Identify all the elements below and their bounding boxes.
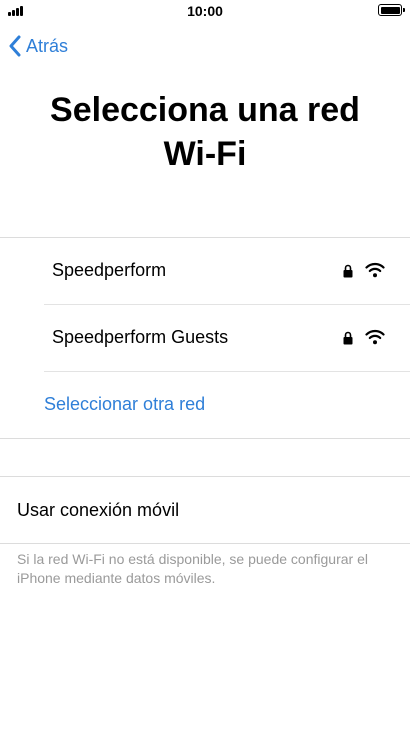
- wifi-network-list: Speedperform Speedperform Guests Selecci…: [0, 237, 410, 439]
- status-bar: 10:00: [0, 0, 410, 22]
- network-name: Speedperform Guests: [52, 327, 229, 347]
- lock-icon: [343, 331, 353, 345]
- use-cellular-label: Usar conexión móvil: [17, 500, 180, 520]
- back-label: Atrás: [26, 35, 69, 56]
- back-button[interactable]: Atrás: [8, 33, 68, 59]
- network-row-speedperform[interactable]: Speedperform: [44, 238, 410, 305]
- battery-icon: [378, 4, 405, 16]
- page-title: Selecciona una red Wi-Fi: [50, 91, 360, 173]
- status-time: 10:00: [187, 3, 223, 19]
- use-cellular-connection-row[interactable]: Usar conexión móvil: [0, 476, 410, 544]
- cellular-footnote: Si la red Wi-Fi no está disponible, se p…: [17, 551, 368, 586]
- wifi-icon: [365, 329, 385, 345]
- network-row-speedperform-guests[interactable]: Speedperform Guests: [44, 305, 410, 372]
- choose-other-network-link[interactable]: Seleccionar otra red: [44, 394, 205, 415]
- wifi-icon: [365, 262, 385, 278]
- lock-icon: [343, 264, 353, 278]
- chevron-left-icon: [9, 35, 21, 57]
- network-name: Speedperform: [52, 260, 167, 280]
